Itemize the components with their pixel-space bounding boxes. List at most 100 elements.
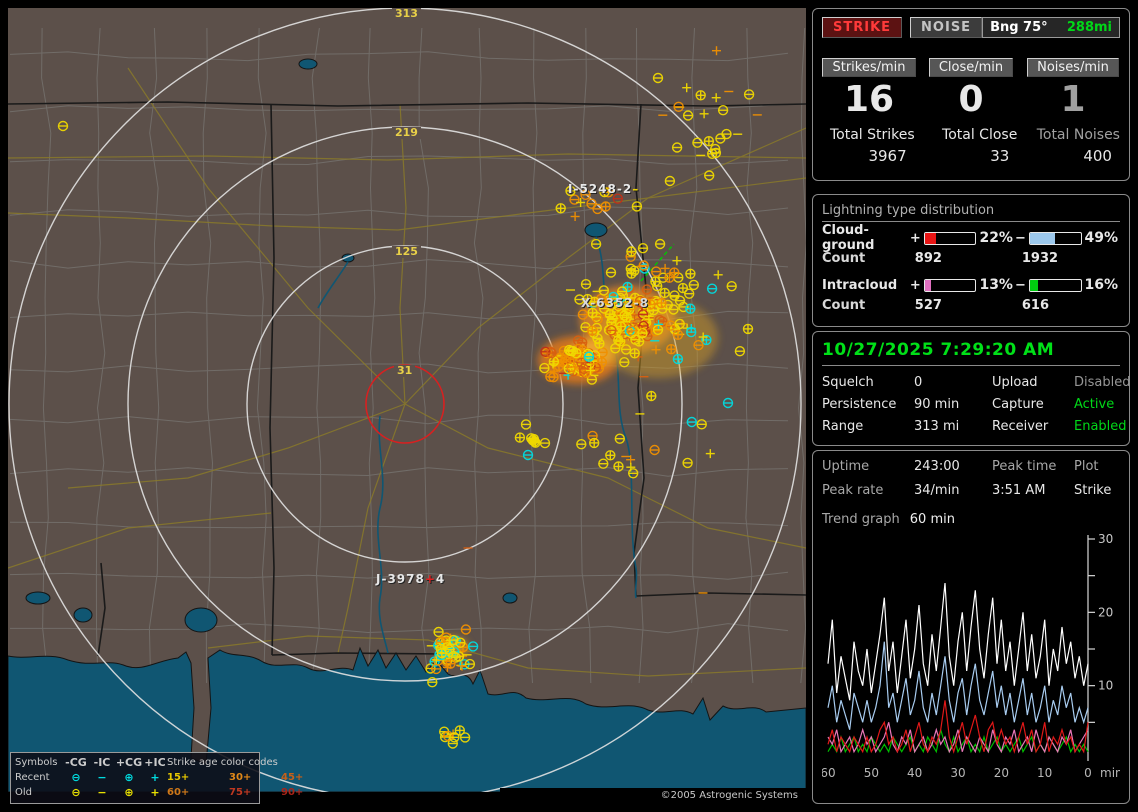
age-code-label: 75+ bbox=[229, 785, 281, 800]
age-code-label: 45+ bbox=[281, 770, 329, 785]
receiver-value: Enabled bbox=[1074, 419, 1130, 434]
total-strikes-value: 3967 bbox=[868, 147, 914, 165]
noises-per-min-value: 1 bbox=[1026, 81, 1120, 119]
counters-box: STRIKE NOISE Bng 75° 288mi Strikes/min C… bbox=[812, 8, 1130, 181]
svg-text:30: 30 bbox=[950, 766, 965, 780]
range-ring-label: 313 bbox=[392, 8, 421, 20]
svg-text:60: 60 bbox=[822, 766, 836, 780]
noise-button[interactable]: NOISE bbox=[910, 17, 982, 38]
legend-age-header: Strike age color codes bbox=[167, 755, 329, 770]
cloud-ground-counts: Count 892 1932 bbox=[822, 251, 1120, 266]
cg-neg-bar bbox=[1029, 232, 1082, 245]
trend-series bbox=[828, 583, 1088, 700]
age-code-label: 60+ bbox=[167, 785, 229, 800]
receiver-label: Receiver bbox=[992, 419, 1074, 434]
squelch-label: Squelch bbox=[822, 375, 914, 390]
intracloud-row: Intracloud + 13% − 16% bbox=[822, 276, 1120, 294]
ic-neg-count: 616 bbox=[1022, 298, 1120, 313]
legend-header: -IC bbox=[89, 755, 115, 770]
legend-header: Symbols bbox=[15, 755, 63, 770]
legend-header: -CG bbox=[63, 755, 89, 770]
range-ring-label: 219 bbox=[392, 127, 421, 139]
strikes-per-min-value: 16 bbox=[822, 81, 916, 119]
storm-cell-label: X-6352-8 bbox=[581, 296, 649, 310]
ic-pos-count: 527 bbox=[915, 298, 1022, 313]
total-noises-value: 400 bbox=[1083, 147, 1120, 165]
ic-pos-bar bbox=[924, 279, 977, 292]
strike-button[interactable]: STRIKE bbox=[822, 17, 902, 38]
ic-neg-pct: 16% bbox=[1085, 277, 1120, 293]
legend-header: +IC bbox=[143, 755, 167, 770]
svg-text:50: 50 bbox=[864, 766, 879, 780]
squelch-value: 0 bbox=[914, 375, 992, 390]
noises-per-min-label: Noises/min bbox=[1027, 58, 1119, 77]
intracloud-counts: Count 527 616 bbox=[822, 298, 1120, 313]
persistence-value: 90 min bbox=[914, 397, 992, 412]
bearing-display: Bng 75° 288mi bbox=[982, 17, 1120, 38]
telemetry-panel: STRIKE NOISE Bng 75° 288mi Strikes/min C… bbox=[812, 8, 1130, 804]
capture-label: Capture bbox=[992, 397, 1074, 412]
persistence-label: Persistence bbox=[822, 397, 914, 412]
age-code-label: 90+ bbox=[281, 785, 329, 800]
capture-value: Active bbox=[1074, 397, 1130, 412]
uptime-value: 243:00 bbox=[914, 459, 992, 474]
ic-pos-pct: 13% bbox=[979, 277, 1014, 293]
svg-text:20: 20 bbox=[1098, 605, 1113, 619]
strike-symbol-icon: ⊖ bbox=[63, 770, 89, 785]
strike-symbol-icon: ⊖ bbox=[63, 785, 89, 800]
storm-cell-label: I-5248-2– bbox=[568, 182, 639, 196]
trend-graph-label: Trend graph bbox=[822, 512, 900, 527]
svg-text:10: 10 bbox=[1037, 766, 1052, 780]
cg-neg-pct: 49% bbox=[1085, 230, 1120, 246]
datetime-display: 10/27/2025 7:29:20 AM bbox=[822, 340, 1120, 366]
uptime-label: Uptime bbox=[822, 459, 914, 474]
strike-symbol-icon: ⊕ bbox=[115, 785, 143, 800]
svg-text:20: 20 bbox=[994, 766, 1009, 780]
strike-symbol-icon: ⊕ bbox=[115, 770, 143, 785]
status-box: 10/27/2025 7:29:20 AM Squelch 0 Upload D… bbox=[812, 331, 1130, 446]
age-code-label: 30+ bbox=[229, 770, 281, 785]
range-value: 313 mi bbox=[914, 419, 992, 434]
range-ring-label: 125 bbox=[392, 246, 421, 258]
distribution-header: Lightning type distribution bbox=[822, 203, 1120, 222]
cg-neg-count: 1932 bbox=[1022, 251, 1120, 266]
strike-symbol-icon: − bbox=[89, 785, 115, 800]
close-per-min-value: 0 bbox=[924, 81, 1018, 119]
range-ring-label: 31 bbox=[394, 365, 415, 377]
total-strikes-label: Total Strikes bbox=[830, 127, 915, 143]
svg-text:0: 0 bbox=[1084, 766, 1092, 780]
bearing-distance: 288mi bbox=[1067, 20, 1112, 35]
total-close-label: Total Close bbox=[942, 127, 1017, 143]
distribution-box: Lightning type distribution Cloud-ground… bbox=[812, 194, 1130, 327]
cg-pos-count: 892 bbox=[915, 251, 1022, 266]
plot-label: Plot bbox=[1074, 459, 1120, 474]
peak-rate-label: Peak rate bbox=[822, 483, 914, 498]
bearing-label: Bng 75° bbox=[990, 20, 1048, 35]
svg-text:40: 40 bbox=[907, 766, 922, 780]
strike-symbol-icon: − bbox=[89, 770, 115, 785]
range-label: Range bbox=[822, 419, 914, 434]
radar-map[interactable]: 313 219 125 31 I-5248-2– X-6352-8 J-3978+4 bbox=[8, 8, 806, 792]
strikes-per-min-label: Strikes/min bbox=[822, 58, 915, 77]
symbol-legend: Symbols-CG-IC+CG+ICStrike age color code… bbox=[10, 752, 260, 804]
trend-graph: 1020306050403020100min bbox=[822, 531, 1120, 795]
total-noises-label: Total Noises bbox=[1037, 127, 1120, 143]
upload-label: Upload bbox=[992, 375, 1074, 390]
peak-rate-value: 34/min bbox=[914, 483, 992, 498]
legend-row-label: Recent bbox=[15, 770, 63, 785]
stats-box: Uptime 243:00 Peak time Plot Peak rate 3… bbox=[812, 450, 1130, 804]
svg-text:30: 30 bbox=[1098, 532, 1113, 546]
cloud-ground-row: Cloud-ground + 22% − 49% bbox=[822, 229, 1120, 247]
legend-header: +CG bbox=[115, 755, 143, 770]
storm-cell-label: J-3978+4 bbox=[376, 572, 445, 586]
upload-value: Disabled bbox=[1074, 375, 1130, 390]
total-close-value: 33 bbox=[990, 147, 1017, 165]
age-code-label: 15+ bbox=[167, 770, 229, 785]
peak-time-value: 3:51 AM bbox=[992, 483, 1074, 498]
trend-graph-value: 60 min bbox=[910, 512, 955, 527]
trend-chart-canvas: 1020306050403020100min bbox=[822, 531, 1120, 783]
peak-time-label: Peak time bbox=[992, 459, 1074, 474]
svg-text:10: 10 bbox=[1098, 679, 1113, 693]
close-per-min-label: Close/min bbox=[929, 58, 1013, 77]
plot-value: Strike bbox=[1074, 483, 1120, 498]
